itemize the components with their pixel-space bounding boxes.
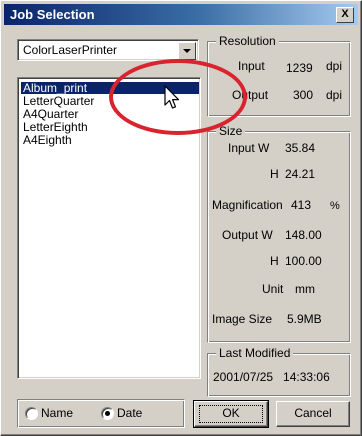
- input-width-value: 35.84: [285, 141, 316, 155]
- last-modified-value: 2001/07/25 14:33:06: [213, 370, 330, 384]
- output-height-label: H: [270, 254, 279, 268]
- input-resolution-label: Input: [238, 59, 265, 73]
- close-icon: X: [341, 8, 349, 20]
- output-resolution-unit: dpi: [326, 88, 343, 102]
- sort-by-name-label[interactable]: Name: [41, 406, 73, 420]
- last-modified-label: Last Modified: [216, 346, 294, 360]
- window-title: Job Selection: [10, 7, 95, 22]
- last-modified-group: Last Modified 2001/07/25 14:33:06: [207, 346, 351, 397]
- output-width-label: Output W: [222, 228, 273, 242]
- image-size-label: Image Size: [212, 312, 273, 326]
- output-height-value: 100.00: [285, 254, 322, 268]
- sort-by-date-label[interactable]: Date: [117, 406, 142, 420]
- input-resolution-value: 1239: [286, 61, 313, 75]
- input-height-label: H: [270, 167, 279, 181]
- magnification-unit: %: [330, 200, 340, 212]
- printer-dropdown-value: ColorLaserPrinter: [23, 43, 118, 57]
- input-width-label: Input W: [228, 141, 270, 155]
- magnification-value: 413: [291, 198, 312, 212]
- output-resolution-value: 300: [293, 88, 314, 102]
- chevron-down-icon[interactable]: [178, 42, 196, 60]
- image-size-value: 5.9MB: [287, 312, 322, 326]
- list-item[interactable]: A4Eighth: [21, 134, 199, 146]
- sort-by-date-radio[interactable]: [101, 407, 114, 420]
- output-width-value: 148.00: [285, 228, 322, 242]
- resolution-label: Resolution: [216, 34, 279, 48]
- title-bar[interactable]: Job Selection X: [4, 4, 358, 25]
- cancel-button-label: Cancel: [294, 406, 332, 420]
- unit-value: mm: [295, 282, 315, 296]
- focus-indicator: [199, 405, 263, 423]
- magnification-label: Magnification: [212, 198, 283, 212]
- printer-dropdown[interactable]: ColorLaserPrinter: [17, 39, 199, 61]
- job-selection-dialog: Job Selection X ColorLaserPrinter Album_…: [0, 0, 362, 436]
- input-height-value: 24.21: [285, 167, 316, 181]
- input-resolution-unit: dpi: [326, 59, 343, 73]
- ok-button[interactable]: OK: [193, 400, 269, 428]
- size-group: Size Input W 35.84 H 24.21 Magnification…: [207, 124, 351, 343]
- unit-label: Unit: [262, 282, 284, 296]
- close-button[interactable]: X: [336, 7, 354, 23]
- mouse-pointer-icon: [164, 85, 180, 109]
- cancel-button[interactable]: Cancel: [276, 401, 350, 427]
- sort-options: Name Date: [17, 399, 185, 428]
- sort-by-name-radio[interactable]: [25, 407, 38, 420]
